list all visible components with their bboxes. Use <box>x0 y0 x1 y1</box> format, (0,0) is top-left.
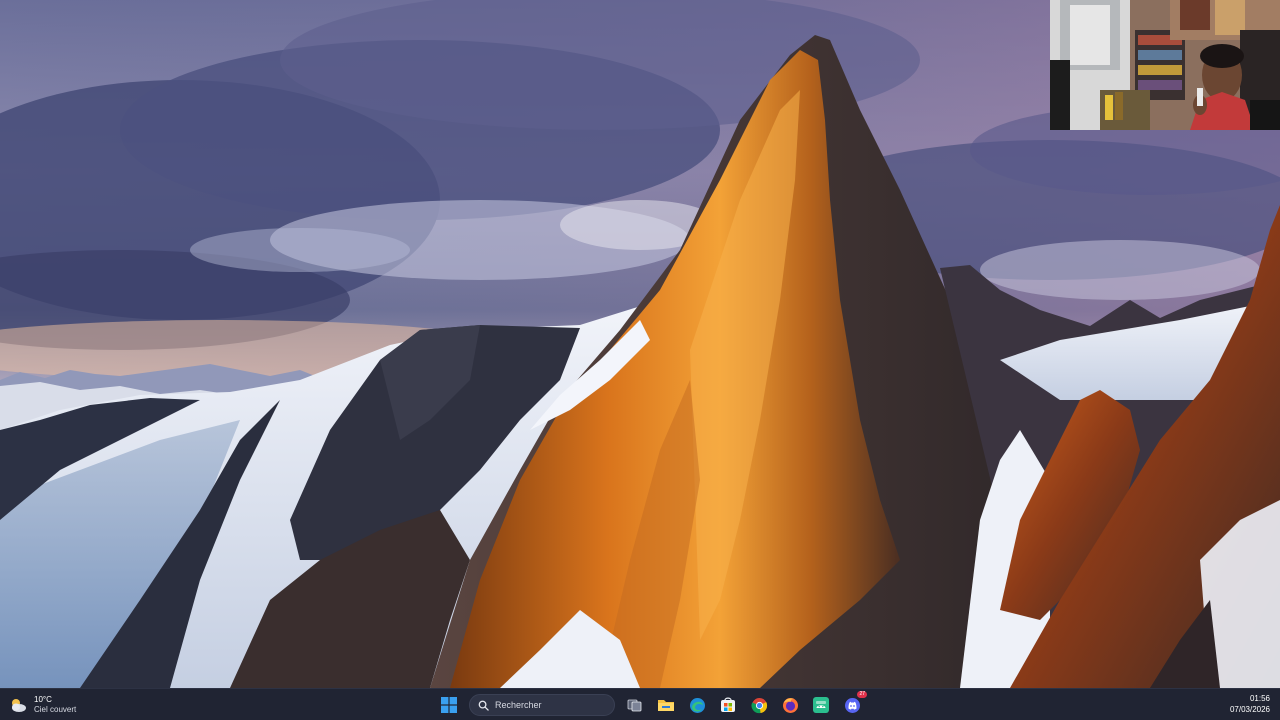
android-icon <box>813 697 829 713</box>
cloud-sun-icon <box>12 699 26 712</box>
discord-button[interactable]: 27 <box>841 691 867 716</box>
weather-widget[interactable]: 10°C Ciel couvert <box>8 692 76 718</box>
search-icon <box>478 700 489 711</box>
file-explorer-button[interactable] <box>655 694 677 716</box>
start-button[interactable] <box>438 694 460 716</box>
task-view-button[interactable] <box>624 694 646 716</box>
firefox-button[interactable] <box>779 694 801 716</box>
taskbar-apps: Rechercher 27 <box>438 691 867 718</box>
discord-badge: 27 <box>857 691 867 698</box>
taskbar: 10°C Ciel couvert Rechercher 27 01:56 07… <box>0 688 1280 720</box>
webcam-overlay <box>1050 0 1280 130</box>
weather-condition: Ciel couvert <box>34 705 77 714</box>
clock-time: 01:56 <box>1249 694 1270 703</box>
task-view-icon <box>627 699 642 712</box>
chrome-icon <box>751 697 767 713</box>
chrome-button[interactable] <box>748 694 770 716</box>
system-clock[interactable]: 01:56 07/03/2026 <box>1230 693 1270 715</box>
weather-text: 10°C Ciel couvert <box>34 695 76 715</box>
weather-temperature: 10°C <box>34 695 52 704</box>
search-label: Rechercher <box>495 700 542 710</box>
discord-icon <box>844 697 860 713</box>
store-button[interactable] <box>717 694 739 716</box>
edge-icon <box>689 697 705 713</box>
edge-button[interactable] <box>686 694 708 716</box>
firefox-icon <box>782 697 798 713</box>
search-input[interactable]: Rechercher <box>469 694 615 716</box>
clock-date: 07/03/2026 <box>1229 705 1270 714</box>
store-icon <box>721 697 735 712</box>
windows-logo-icon <box>441 697 457 713</box>
android-app-button[interactable] <box>810 694 832 716</box>
folder-icon <box>658 700 674 711</box>
desktop[interactable] <box>0 0 1280 688</box>
